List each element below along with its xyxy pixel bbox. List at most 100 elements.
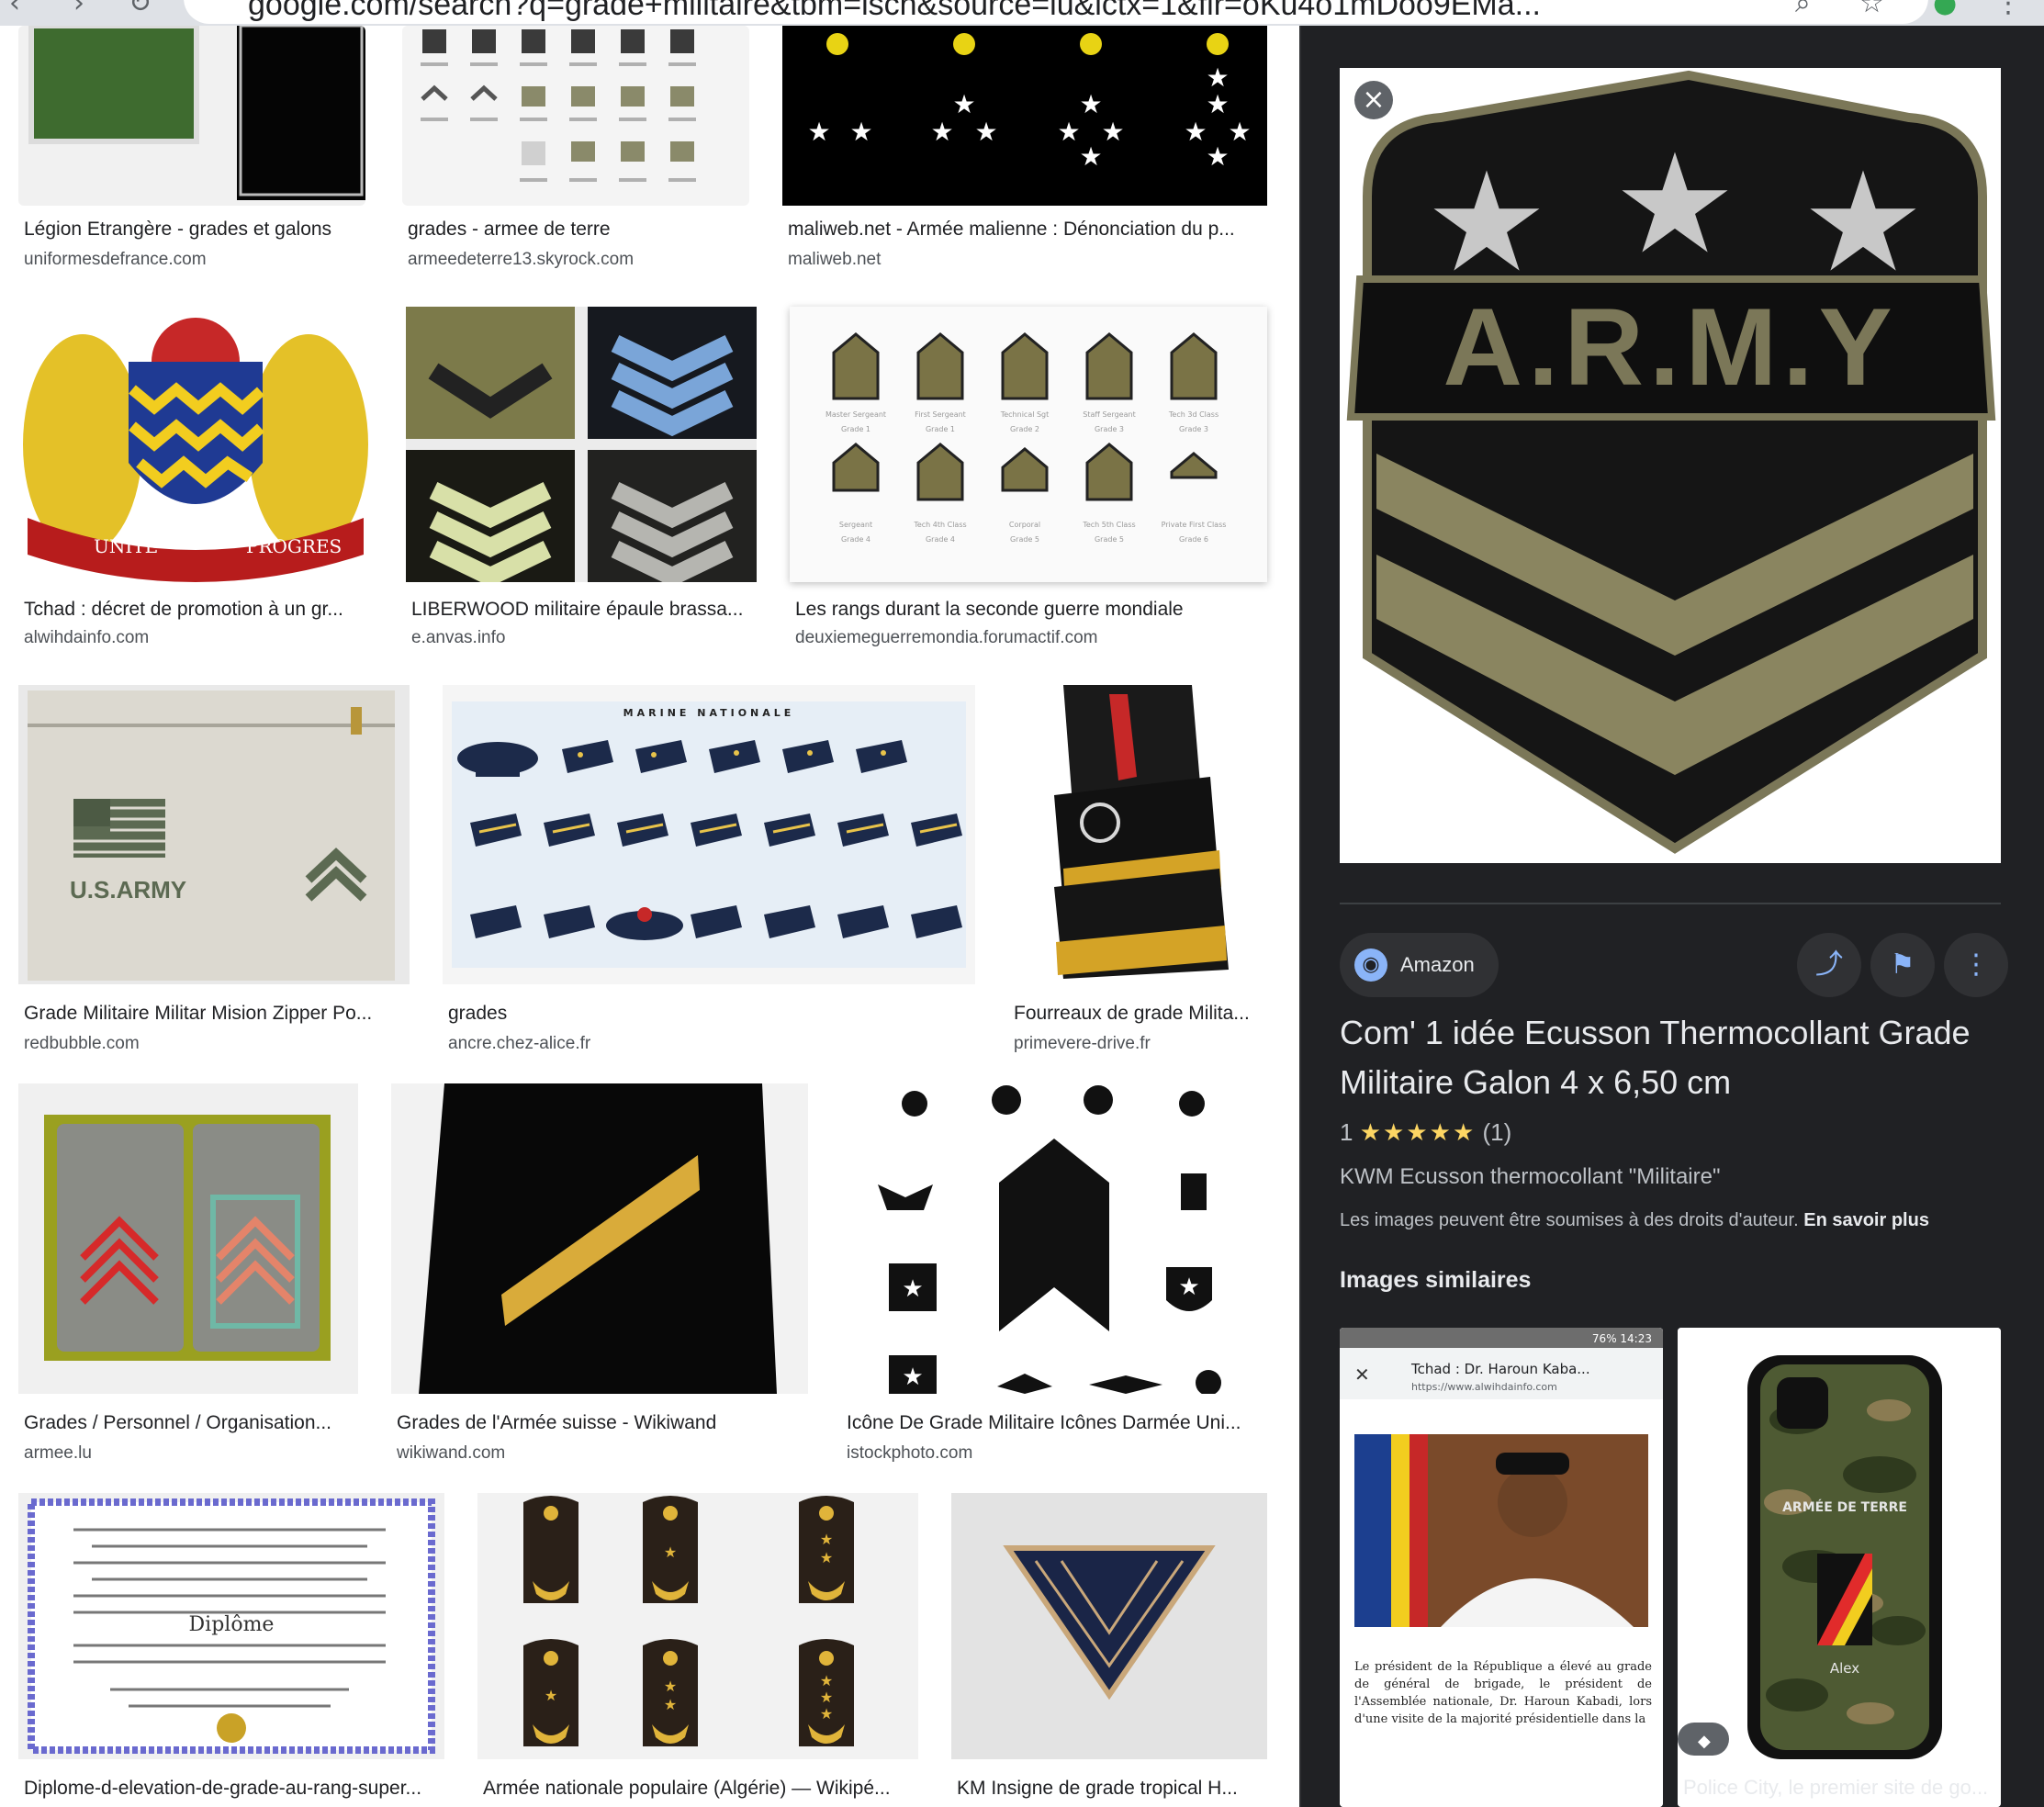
address-url[interactable]: google.com/search?q=grade+militaire&tbm=… (248, 0, 1541, 23)
result-thumbnail[interactable]: U.S.ARMY (18, 685, 410, 984)
more-options-icon[interactable]: ⋮ (1944, 933, 2008, 997)
result-tile[interactable]: U.S.ARMY Grade Militaire Militar Mision … (18, 685, 410, 1069)
result-source[interactable]: maliweb.net (788, 250, 881, 270)
preview-subtitle: KWM Ecusson thermocollant "Militaire" (1340, 1164, 1721, 1189)
result-caption[interactable]: Armée nationale populaire (Algérie) — Wi… (483, 1778, 918, 1800)
result-caption[interactable]: Grades / Personnel / Organisation... (24, 1412, 358, 1434)
grade-label: Grade 5 (1010, 535, 1039, 544)
result-source[interactable]: redbubble.com (24, 1034, 140, 1054)
result-tile[interactable]: Fourreaux de grade Milita... primevere-d… (1008, 685, 1267, 1069)
patch-word: A.R.M.Y (1443, 286, 1897, 409)
result-source[interactable]: ancre.chez-alice.fr (448, 1034, 590, 1054)
result-caption[interactable]: maliweb.net - Armée malienne : Dénonciat… (788, 219, 1265, 241)
panel-divider (1340, 903, 2001, 904)
svg-text:★: ★ (820, 1705, 833, 1723)
result-caption[interactable]: Tchad : décret de promotion à un gr... (24, 599, 373, 621)
result-tile[interactable]: grades - armee de terre armeedeterre13.s… (402, 26, 749, 274)
svg-text:★: ★ (1057, 117, 1080, 147)
grade-label: Grade 4 (841, 535, 870, 544)
result-source[interactable]: alwihdainfo.com (24, 628, 149, 648)
result-source[interactable]: armeedeterre13.skyrock.com (408, 250, 634, 270)
reload-icon[interactable]: ↻ (129, 0, 152, 19)
result-caption[interactable]: grades (448, 1003, 962, 1025)
svg-text:★: ★ (1079, 89, 1102, 119)
svg-text:★: ★ (1178, 1274, 1199, 1301)
result-thumbnail[interactable] (402, 26, 749, 206)
similar-caption[interactable]: Police City, le premier site de go... (1683, 1776, 2001, 1800)
result-tile[interactable]: ★ ★ ★ ★ ★ ★ ★ ★ ★ ★ ★ ★ ★ ★ maliweb.net - Armée ma… (782, 26, 1267, 274)
share-icon[interactable]: ⤴ (1797, 933, 1861, 997)
result-tile[interactable]: Master Sergeant First Sergeant Technical… (790, 307, 1267, 652)
source-chip[interactable]: ◉ Amazon (1340, 933, 1499, 997)
result-caption[interactable]: LIBERWOOD militaire épaule brassa... (411, 599, 758, 621)
svg-text:✕: ✕ (1354, 1364, 1370, 1386)
diploma-word: Diplôme (189, 1613, 275, 1636)
svg-text:★: ★ (930, 117, 953, 147)
result-tile[interactable]: UNITE PROGRES Tchad : décret de promotio… (18, 307, 373, 652)
svg-text:★: ★ (820, 1531, 833, 1548)
result-caption[interactable]: Fourreaux de grade Milita... (1014, 1003, 1267, 1025)
learn-more-link[interactable]: En savoir plus (1803, 1210, 1929, 1230)
svg-text:★: ★ (1101, 117, 1124, 147)
result-tile[interactable]: ★ ★ ★ Icône De Grade Militaire Icônes Darm… (841, 1083, 1267, 1487)
result-tile[interactable]: Grades / Personnel / Organisation... arm… (18, 1083, 358, 1487)
result-source[interactable]: e.anvas.info (411, 628, 505, 648)
result-thumbnail[interactable] (391, 1083, 808, 1394)
similar-image[interactable]: ARMÉE DE TERRE Alex ◆ (1678, 1328, 2001, 1807)
result-tile[interactable]: Légion Etrangère - grades et galons unif… (18, 26, 365, 274)
rank-label: Tech 3d Class (1168, 410, 1219, 419)
result-thumbnail[interactable] (18, 1083, 358, 1394)
result-caption[interactable]: grades - armee de terre (408, 219, 749, 241)
bookmark-star-icon[interactable]: ☆ (1859, 0, 1884, 19)
result-caption[interactable]: Icône De Grade Militaire Icônes Darmée U… (847, 1412, 1267, 1434)
result-caption[interactable]: Diplome-d-elevation-de-grade-au-rang-sup… (24, 1778, 444, 1800)
result-thumbnail[interactable]: ★ ★ ★ ★ ★ ★ ★ ★ ★ (477, 1493, 918, 1759)
similar-image[interactable]: 76% 14:23 ✕ Tchad : Dr. Haroun Kaba... h… (1340, 1328, 1663, 1807)
forward-icon[interactable]: › (73, 0, 84, 19)
result-thumbnail[interactable]: MARINE NATIONALE (443, 685, 975, 984)
result-thumbnail[interactable]: ★ ★ ★ ★ ★ ★ ★ ★ ★ ★ ★ ★ ★ ★ (782, 26, 1267, 206)
result-thumbnail[interactable] (18, 26, 365, 206)
svg-text:★: ★ (1079, 141, 1102, 172)
result-tile[interactable]: Diplôme Diplome-d-elevation-de-grade-au-… (18, 1493, 444, 1807)
result-source[interactable]: primevere-drive.fr (1014, 1034, 1151, 1054)
svg-text:★: ★ (820, 1549, 833, 1566)
svg-text:★: ★ (664, 1678, 677, 1695)
result-source[interactable]: istockphoto.com (847, 1443, 972, 1464)
svg-text:★: ★ (974, 117, 997, 147)
rank-label: First Sergeant (915, 410, 966, 419)
result-caption[interactable]: Légion Etrangère - grades et galons (24, 219, 365, 241)
svg-text:★: ★ (952, 89, 975, 119)
preview-image[interactable]: ★ ★ ★ A.R.M.Y (1340, 68, 2001, 863)
result-caption[interactable]: Grade Militaire Militar Mision Zipper Po… (24, 1003, 410, 1025)
search-icon[interactable]: ⌕ (1795, 0, 1811, 19)
result-thumbnail[interactable]: UNITE PROGRES (18, 307, 373, 582)
preview-title[interactable]: Com' 1 idée Ecusson Thermocollant Grade … (1340, 1008, 2010, 1107)
svg-text:★: ★ (1184, 117, 1207, 147)
grade-label: Grade 6 (1179, 535, 1208, 544)
result-source[interactable]: uniformesdefrance.com (24, 250, 207, 270)
result-caption[interactable]: KM Insigne de grade tropical H... (957, 1778, 1267, 1800)
result-thumbnail[interactable] (406, 307, 757, 582)
result-thumbnail[interactable] (1008, 685, 1267, 984)
close-icon[interactable]: × (1354, 81, 1393, 119)
result-tile[interactable]: ★ ★ ★ ★ ★ ★ ★ ★ ★ Armée nationale populaire (Al… (477, 1493, 918, 1807)
menu-icon[interactable]: ⋮ (1994, 0, 2022, 19)
result-source[interactable]: deuxiemeguerremondia.forumactif.com (795, 628, 1098, 648)
result-tile[interactable]: MARINE NATIONALE grades ancre.chez-alice… (443, 685, 975, 1069)
svg-text:★: ★ (807, 117, 830, 147)
bookmark-icon[interactable]: ⚑ (1870, 933, 1935, 997)
result-thumbnail[interactable]: Master Sergeant First Sergeant Technical… (790, 307, 1267, 582)
result-thumbnail[interactable] (951, 1493, 1267, 1759)
result-thumbnail[interactable]: ★ ★ ★ (841, 1083, 1267, 1394)
back-icon[interactable]: ‹ (9, 0, 20, 19)
extension-icon[interactable]: ● (1933, 0, 1957, 19)
result-tile[interactable]: Grades de l'Armée suisse - Wikiwand wiki… (391, 1083, 808, 1487)
result-caption[interactable]: Grades de l'Armée suisse - Wikiwand (397, 1412, 808, 1434)
result-tile[interactable]: KM Insigne de grade tropical H... (951, 1493, 1267, 1807)
result-source[interactable]: wikiwand.com (397, 1443, 505, 1464)
result-caption[interactable]: Les rangs durant la seconde guerre mondi… (795, 599, 1267, 621)
result-thumbnail[interactable]: Diplôme (18, 1493, 444, 1759)
result-source[interactable]: armee.lu (24, 1443, 92, 1464)
result-tile[interactable]: LIBERWOOD militaire épaule brassa... e.a… (406, 307, 757, 652)
